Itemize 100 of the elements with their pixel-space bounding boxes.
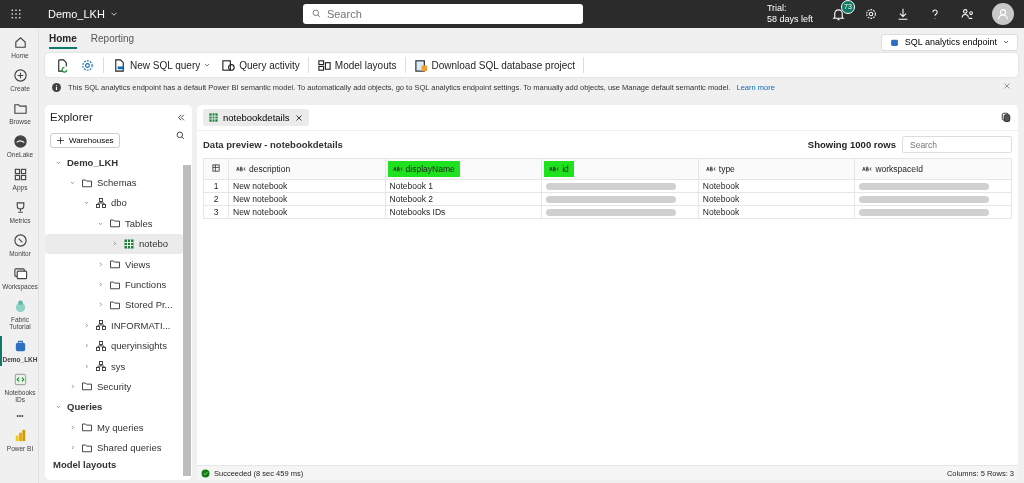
folder-icon [81,176,93,189]
toolbar-button[interactable]: Query activity [219,55,302,75]
tree-item[interactable]: My queries [45,417,183,438]
row-number: 3 [203,205,229,219]
tree-item[interactable]: Shared queries [45,437,183,458]
settings-icon [80,57,95,73]
schema-icon [95,319,107,332]
text-type-icon [549,164,560,174]
tree-item[interactable]: Schemas [45,172,183,193]
table-cell: New notebook [228,179,386,193]
file-refresh-icon [55,57,70,73]
search-field[interactable]: Search [302,4,583,24]
column-header[interactable]: workspaceId [854,158,1012,180]
notebook-icon [12,372,28,387]
table-icon [208,112,219,123]
apps-icon [12,167,28,182]
person-icon [996,7,1010,21]
schema-icon [95,196,107,209]
settings-icon [864,7,878,21]
tree-item[interactable]: INFORMATI... [45,315,183,336]
text-type-icon [392,164,403,174]
trial-text: 58 days left [766,14,813,25]
tree-item[interactable]: Stored Pr... [45,294,183,316]
folder-icon [109,278,121,291]
column-header[interactable]: type [698,158,855,180]
download-project-icon [413,57,429,73]
tree-item[interactable]: Views [45,253,183,275]
collapse-icon [175,111,186,123]
folder-icon [109,298,121,311]
text-type-icon [236,164,246,174]
column-header[interactable]: description [228,158,386,180]
grid-icon [211,163,221,173]
schema-icon [95,339,107,352]
bell-icon [831,6,846,22]
copy-icon [1000,110,1012,123]
workspace-name[interactable]: Demo_LKH [48,8,105,20]
table-cell: Notebook 2 [385,192,542,206]
tree-item[interactable]: Tables [45,213,183,234]
tree-item[interactable]: Demo_LKH [45,152,183,173]
schema-icon [95,360,107,373]
avatar[interactable] [992,3,1014,25]
close-icon [293,112,304,123]
tree-item[interactable]: Functions [45,274,183,295]
lake-icon [12,134,28,149]
info-icon [51,81,62,93]
tab[interactable]: Reporting [90,29,135,49]
section-heading[interactable]: Model layouts [45,457,183,472]
table-cell: Notebook [698,179,855,193]
folder-icon [109,217,121,230]
chevron-down-icon [203,61,212,69]
table-cell: Notebooks IDs [385,205,542,219]
folder-icon [81,441,93,454]
table-cell: Notebook [698,205,855,219]
text-type-icon [705,164,716,174]
document-tab[interactable]: notebookdetails [203,109,309,126]
table-cell: Notebook 1 [385,179,542,193]
workspaces-icon [12,266,28,281]
close-icon [1002,81,1012,91]
folder-icon [81,380,93,393]
plus-circle-icon [12,68,28,83]
people-icon [960,7,974,21]
folder-icon [12,101,28,116]
text-type-icon [862,164,873,174]
folder-icon [109,258,121,271]
toolbar-button[interactable]: Download SQL database project [411,55,578,75]
folder-icon [81,421,93,434]
search-field[interactable]: Search [902,136,1012,153]
preview-title: Data preview - notebookdetails [203,139,343,150]
column-header[interactable]: id [541,158,699,180]
tree-item[interactable]: queryinsights [45,335,183,356]
add-button[interactable]: Warehouses [50,133,120,148]
tree-item[interactable]: dbo [45,192,183,214]
scrollbar[interactable] [183,165,191,476]
app-launcher-icon [10,8,22,20]
activity-icon [221,57,237,73]
mode-dropdown[interactable]: SQL analytics endpoint [880,33,1018,51]
download-icon [896,7,910,21]
toolbar-menu-button[interactable]: New SQL query [110,55,214,75]
table-cell: Notebook [698,192,855,206]
row-number: 2 [203,192,229,206]
search-icon [175,130,186,141]
table-cell: New notebook [228,205,386,219]
panel-title: Explorer [50,111,93,123]
chevron-down-icon [1002,38,1010,46]
row-count: Showing 1000 rows [807,139,896,150]
tab[interactable]: Home [49,29,77,49]
table-icon [123,237,135,250]
toolbar-button[interactable]: Model layouts [314,55,399,75]
trial-text: Trial: [766,3,788,14]
table-cell: New notebook [228,192,386,206]
tree-item[interactable]: Security [45,376,183,397]
tree-item[interactable]: Queries [45,396,183,418]
tree-item[interactable]: sys [45,355,183,377]
home-icon [12,35,28,50]
gauge-icon [12,233,28,248]
plus-icon [56,136,65,145]
tree-item[interactable]: notebo [45,233,183,254]
row-number: 1 [203,179,229,193]
sql-file-icon [112,57,127,73]
column-header[interactable]: displayName [385,158,542,180]
